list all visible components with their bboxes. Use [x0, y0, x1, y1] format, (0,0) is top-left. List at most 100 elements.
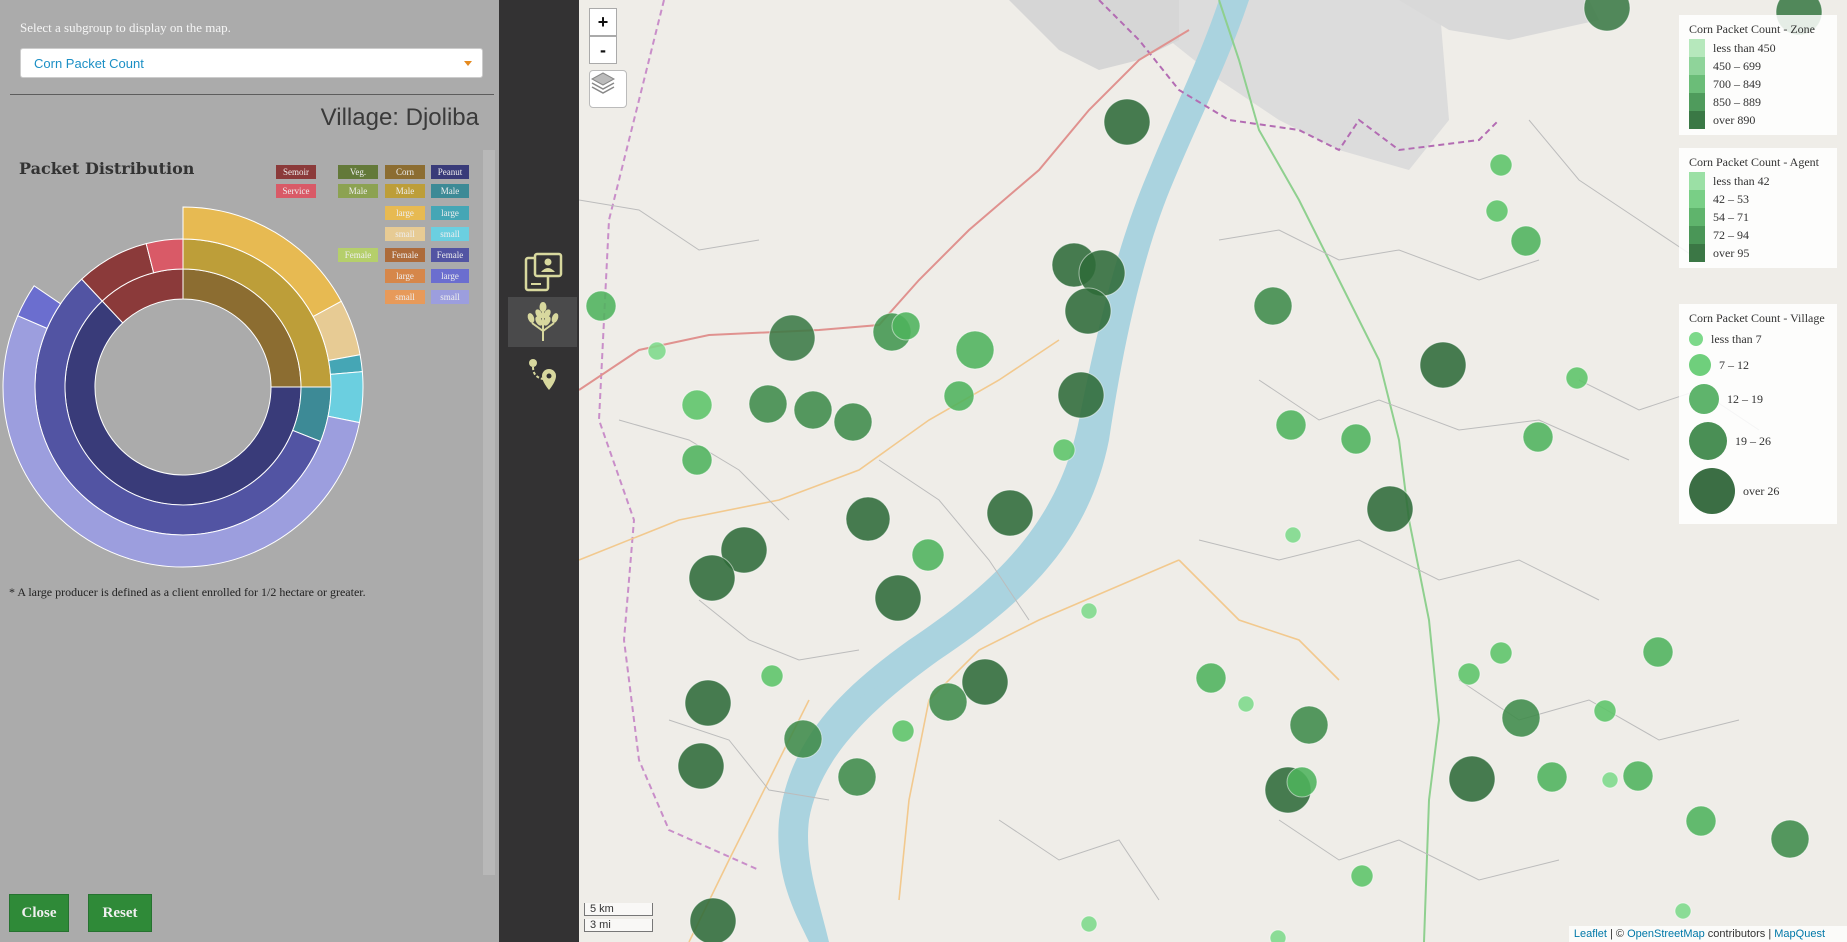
- village-marker[interactable]: [1080, 915, 1098, 933]
- village-marker[interactable]: [1195, 662, 1227, 694]
- legend-label: 12 – 19: [1727, 391, 1763, 406]
- village-marker[interactable]: [1457, 662, 1481, 686]
- subgroup-select[interactable]: Corn Packet Count: [20, 48, 483, 78]
- village-marker[interactable]: [1103, 98, 1151, 146]
- village-markers[interactable]: [585, 0, 1823, 942]
- sidebar-item-client-info[interactable]: [508, 247, 577, 297]
- village-marker[interactable]: [874, 574, 922, 622]
- layers-control[interactable]: [589, 70, 627, 108]
- village-marker[interactable]: [1448, 755, 1496, 803]
- village-marker[interactable]: [1253, 286, 1293, 326]
- village-marker[interactable]: [891, 311, 921, 341]
- village-marker[interactable]: [1489, 641, 1513, 665]
- village-marker[interactable]: [1350, 864, 1374, 888]
- village-marker[interactable]: [1510, 225, 1542, 257]
- legend-chip: Peanut: [431, 165, 469, 179]
- village-marker[interactable]: [928, 682, 968, 722]
- sidebar-item-crops[interactable]: [508, 297, 577, 347]
- village-marker[interactable]: [768, 314, 816, 362]
- legend-label: 850 – 889: [1713, 94, 1761, 109]
- osm-link[interactable]: OpenStreetMap: [1627, 928, 1705, 940]
- village-marker[interactable]: [1485, 199, 1509, 223]
- village-marker[interactable]: [845, 496, 891, 542]
- zoom-out-button[interactable]: -: [589, 36, 617, 64]
- legend-label: less than 42: [1713, 173, 1770, 188]
- village-marker[interactable]: [793, 390, 833, 430]
- village-marker[interactable]: [891, 719, 915, 743]
- village-marker[interactable]: [833, 402, 873, 442]
- map-view[interactable]: + - Corn Packet Count - Zone less than 4…: [579, 0, 1847, 942]
- village-marker[interactable]: [1583, 0, 1631, 32]
- village-marker[interactable]: [1080, 602, 1098, 620]
- sidebar-item-route[interactable]: [508, 350, 577, 400]
- attribution-text: contributors |: [1704, 928, 1775, 940]
- legend-row: 700 – 849: [1689, 75, 1829, 93]
- mapquest-link[interactable]: MapQuest: [1774, 928, 1825, 940]
- village-marker[interactable]: [1642, 636, 1674, 668]
- village-marker[interactable]: [1289, 705, 1329, 745]
- village-marker[interactable]: [688, 554, 736, 602]
- village-marker[interactable]: [1622, 760, 1654, 792]
- village-marker[interactable]: [1052, 438, 1076, 462]
- village-marker[interactable]: [1601, 771, 1619, 789]
- zoom-in-button[interactable]: +: [589, 8, 617, 36]
- village-marker[interactable]: [911, 538, 945, 572]
- village-marker[interactable]: [1057, 371, 1105, 419]
- village-marker[interactable]: [585, 290, 617, 322]
- legend-swatch: [1689, 208, 1705, 226]
- close-button[interactable]: Close: [9, 894, 69, 932]
- chart-title: Packet Distribution: [19, 159, 195, 178]
- village-marker[interactable]: [1565, 366, 1589, 390]
- village-marker[interactable]: [1685, 805, 1717, 837]
- village-marker[interactable]: [1593, 699, 1617, 723]
- leaflet-link[interactable]: Leaflet: [1574, 928, 1607, 940]
- village-marker[interactable]: [1522, 421, 1554, 453]
- reset-button[interactable]: Reset: [88, 894, 152, 932]
- village-marker[interactable]: [1237, 695, 1255, 713]
- village-marker[interactable]: [1366, 485, 1414, 533]
- village-marker[interactable]: [760, 664, 784, 688]
- legend-label: 54 – 71: [1713, 209, 1749, 224]
- village-marker[interactable]: [681, 444, 713, 476]
- village-marker[interactable]: [647, 341, 667, 361]
- legend-row: 42 – 53: [1689, 190, 1829, 208]
- village-marker[interactable]: [684, 679, 732, 727]
- village-marker[interactable]: [1770, 819, 1810, 859]
- village-marker[interactable]: [1269, 929, 1287, 942]
- legend-label: 19 – 26: [1735, 433, 1771, 448]
- attribution-sep: | ©: [1606, 928, 1628, 940]
- basemap: [579, 0, 1823, 942]
- village-marker[interactable]: [681, 389, 713, 421]
- tool-sidebar: [499, 0, 579, 942]
- village-marker[interactable]: [1284, 526, 1302, 544]
- village-marker[interactable]: [1275, 409, 1307, 441]
- village-marker[interactable]: [1489, 153, 1513, 177]
- divider: [10, 94, 494, 95]
- village-marker[interactable]: [837, 757, 877, 797]
- village-marker[interactable]: [783, 719, 823, 759]
- legend-chip: small: [431, 290, 469, 304]
- village-marker[interactable]: [986, 489, 1034, 537]
- village-marker[interactable]: [1674, 902, 1692, 920]
- panel-scrollbar[interactable]: [483, 150, 495, 875]
- village-marker[interactable]: [1501, 698, 1541, 738]
- legend-swatch: [1689, 57, 1705, 75]
- village-marker[interactable]: [748, 384, 788, 424]
- village-marker[interactable]: [1419, 341, 1467, 389]
- village-marker[interactable]: [1340, 423, 1372, 455]
- legend-swatch: [1689, 244, 1705, 262]
- chevron-down-icon: [464, 61, 472, 66]
- village-marker[interactable]: [961, 658, 1009, 706]
- village-marker[interactable]: [943, 380, 975, 412]
- legend-row: 72 – 94: [1689, 226, 1829, 244]
- village-marker[interactable]: [955, 330, 995, 370]
- legend-swatch: [1689, 111, 1705, 129]
- village-marker[interactable]: [1286, 766, 1318, 798]
- village-marker[interactable]: [677, 742, 725, 790]
- village-marker[interactable]: [1536, 761, 1568, 793]
- legend-chip: Veg.: [338, 165, 378, 179]
- village-marker[interactable]: [1064, 287, 1112, 335]
- client-info-icon: [524, 252, 562, 292]
- village-marker[interactable]: [689, 897, 737, 942]
- legend-circle: [1689, 422, 1727, 460]
